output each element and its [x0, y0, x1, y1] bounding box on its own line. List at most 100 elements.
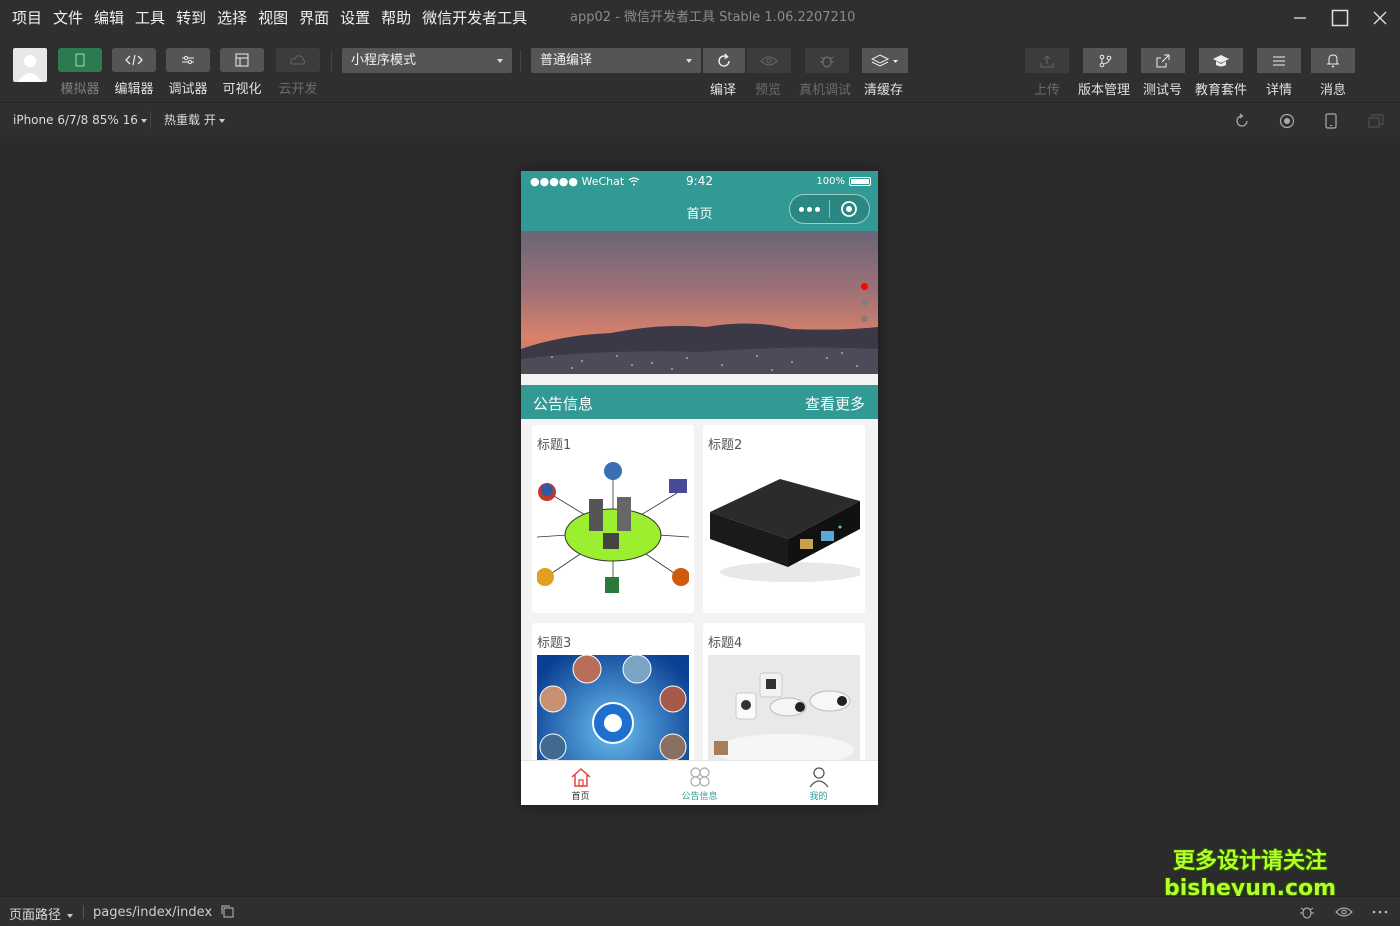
device-frame-icon[interactable] — [1322, 112, 1340, 130]
debugger-label: 调试器 — [168, 82, 208, 97]
notice-header: 公告信息 查看更多 — [521, 385, 878, 419]
notice-card[interactable]: 标题1 — [532, 425, 694, 613]
bottom-status-bar: 页面路径 pages/index/index — [0, 896, 1400, 926]
watermark-line1: 更多设计请关注 — [1172, 849, 1327, 874]
carousel-dot[interactable] — [861, 299, 868, 306]
rotate-icon[interactable] — [1233, 112, 1251, 130]
simulator-button[interactable]: 模拟器 — [57, 48, 103, 97]
more-icon[interactable] — [1371, 904, 1389, 920]
title-bar: 项目 文件 编辑 工具 转到 选择 视图 界面 设置 帮助 微信开发者工具 ap… — [0, 0, 1400, 36]
hot-reload-select[interactable]: 热重载 开 — [164, 103, 225, 137]
menu-file[interactable]: 文件 — [53, 0, 83, 36]
watermark: 更多设计请关注 bisheyun.com — [1150, 848, 1350, 902]
bug-icon[interactable] — [1298, 904, 1316, 920]
maximize-icon[interactable] — [1320, 0, 1360, 36]
window-controls — [1280, 0, 1400, 36]
detach-window-icon[interactable] — [1367, 112, 1385, 130]
minimize-icon[interactable] — [1280, 0, 1320, 36]
card-title: 标题3 — [537, 636, 572, 651]
phone-status-bar: ●●●●● WeChat 9:42 100% — [521, 171, 878, 191]
record-icon[interactable] — [1278, 112, 1296, 130]
devicebar-divider — [150, 111, 151, 129]
debugger-button[interactable]: 调试器 — [165, 48, 211, 97]
battery-status: 100% — [816, 176, 871, 187]
menu-tools[interactable]: 工具 — [135, 0, 165, 36]
clear-cache-button[interactable] — [862, 48, 908, 73]
phone-nav-bar: 首页 — [521, 191, 878, 231]
preview-button[interactable] — [747, 48, 791, 73]
menu-help[interactable]: 帮助 — [381, 0, 411, 36]
carousel-dot[interactable] — [861, 315, 868, 322]
hot-reload-value: 热重载 开 — [164, 113, 216, 127]
copy-icon[interactable] — [220, 904, 234, 918]
compile-button[interactable] — [703, 48, 745, 73]
banner-carousel[interactable] — [521, 231, 878, 374]
avatar[interactable] — [13, 48, 47, 82]
page-path-select[interactable]: 页面路径 — [9, 904, 74, 923]
remote-debug-button[interactable] — [805, 48, 849, 73]
tab-mine[interactable]: 我的 — [759, 761, 878, 805]
bottombar-divider — [83, 905, 84, 919]
menu-goto[interactable]: 转到 — [176, 0, 206, 36]
menu-interface[interactable]: 界面 — [299, 0, 329, 36]
tab-bar: 首页 公告信息 我的 — [521, 760, 878, 805]
device-select[interactable]: iPhone 6/7/8 85% 16 — [13, 103, 147, 137]
menu-settings[interactable]: 设置 — [340, 0, 370, 36]
version-mgmt-label: 版本管理 — [1078, 83, 1131, 98]
menu-capsule — [789, 194, 870, 224]
compile-mode-select[interactable]: 普通编译 — [531, 48, 701, 73]
test-account-button[interactable] — [1141, 48, 1185, 73]
menu-edit[interactable]: 编辑 — [94, 0, 124, 36]
menu-wechat-devtools[interactable]: 微信开发者工具 — [422, 0, 527, 36]
layout-icon — [235, 53, 249, 67]
tab-label: 我的 — [809, 792, 828, 802]
card-title: 标题2 — [708, 438, 743, 453]
menu-select[interactable]: 选择 — [217, 0, 247, 36]
graduation-cap-icon — [1213, 54, 1229, 66]
messages-button[interactable] — [1311, 48, 1355, 73]
menu-project[interactable]: 项目 — [12, 0, 42, 36]
more-icon[interactable] — [790, 206, 829, 212]
tab-home[interactable]: 首页 — [521, 761, 640, 805]
user-icon — [808, 767, 829, 788]
menu-bar: 项目 文件 编辑 工具 转到 选择 视图 界面 设置 帮助 微信开发者工具 — [0, 0, 538, 36]
upload-button[interactable] — [1025, 48, 1069, 73]
chevron-down-icon — [218, 118, 225, 123]
edu-suite-button[interactable] — [1199, 48, 1243, 73]
card-title: 标题4 — [708, 636, 743, 651]
device-select-value: iPhone 6/7/8 85% 16 — [13, 113, 138, 127]
upload-label: 上传 — [1034, 83, 1061, 98]
tab-label: 首页 — [571, 792, 590, 802]
menu-view[interactable]: 视图 — [258, 0, 288, 36]
close-icon[interactable] — [1360, 0, 1400, 36]
tab-notices[interactable]: 公告信息 — [640, 761, 759, 805]
chevron-down-icon — [67, 913, 74, 918]
simulator-label: 模拟器 — [60, 82, 100, 97]
close-miniprogram-icon[interactable] — [830, 200, 869, 218]
menu-lines-icon — [1273, 56, 1285, 65]
cloud-label: 云开发 — [278, 82, 318, 97]
network-diagram-image — [537, 457, 689, 607]
notice-card[interactable]: 标题2 — [703, 425, 865, 613]
upload-icon — [1040, 54, 1054, 67]
network-device-image — [708, 457, 860, 607]
home-icon — [571, 767, 590, 787]
version-mgmt-button[interactable] — [1083, 48, 1127, 73]
mode-select[interactable]: 小程序模式 — [342, 48, 512, 73]
chevron-down-icon — [686, 59, 692, 63]
eye-icon[interactable] — [1335, 904, 1353, 920]
carousel-dot-active[interactable] — [861, 283, 868, 290]
toolbar-divider — [520, 50, 521, 72]
edu-suite-label: 教育套件 — [1195, 83, 1248, 98]
messages-label: 消息 — [1320, 83, 1347, 98]
editor-button[interactable]: 编辑器 — [111, 48, 157, 97]
grid-icon — [689, 767, 710, 787]
cloud-button[interactable]: 云开发 — [275, 48, 321, 97]
details-button[interactable] — [1257, 48, 1301, 73]
phone-icon — [75, 53, 85, 67]
visual-button[interactable]: 可视化 — [219, 48, 265, 97]
chevron-down-icon — [140, 118, 147, 123]
battery-icon — [849, 177, 871, 186]
see-more-link[interactable]: 查看更多 — [805, 393, 865, 414]
cloud-icon — [290, 55, 306, 65]
